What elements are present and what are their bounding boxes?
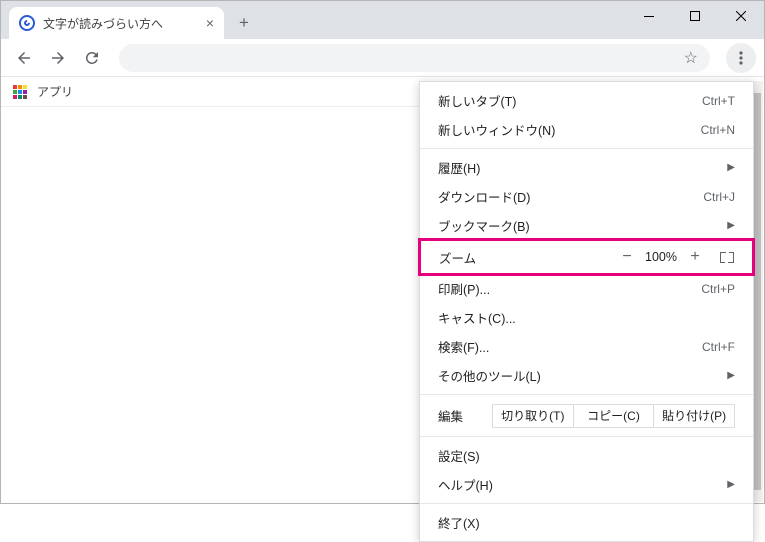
maximize-button[interactable] bbox=[672, 1, 718, 31]
close-window-button[interactable] bbox=[718, 1, 764, 31]
menu-cast[interactable]: キャスト(C)... bbox=[420, 303, 753, 332]
zoom-value: 100% bbox=[640, 250, 682, 264]
menu-more-tools[interactable]: その他のツール(L)▶ bbox=[420, 361, 753, 390]
chevron-right-icon: ▶ bbox=[727, 479, 735, 490]
chevron-right-icon: ▶ bbox=[727, 162, 735, 173]
fullscreen-icon[interactable] bbox=[720, 252, 734, 263]
tab-favicon bbox=[19, 15, 35, 31]
apps-label[interactable]: アプリ bbox=[37, 83, 73, 100]
zoom-label: ズーム bbox=[439, 248, 614, 267]
zoom-in-button[interactable]: + bbox=[682, 248, 708, 266]
menu-print[interactable]: 印刷(P)...Ctrl+P bbox=[420, 274, 753, 303]
cut-button[interactable]: 切り取り(T) bbox=[492, 404, 574, 428]
copy-button[interactable]: コピー(C) bbox=[574, 404, 655, 428]
minimize-button[interactable] bbox=[626, 1, 672, 31]
menu-new-tab[interactable]: 新しいタブ(T)Ctrl+T bbox=[420, 86, 753, 115]
back-button[interactable] bbox=[9, 43, 39, 73]
chevron-right-icon: ▶ bbox=[727, 220, 735, 231]
zoom-out-button[interactable]: − bbox=[614, 248, 640, 266]
menu-help[interactable]: ヘルプ(H)▶ bbox=[420, 470, 753, 499]
chevron-right-icon: ▶ bbox=[727, 370, 735, 381]
menu-button[interactable] bbox=[726, 43, 756, 73]
menu-zoom-row: ズーム − 100% + bbox=[418, 238, 755, 276]
menu-history[interactable]: 履歴(H)▶ bbox=[420, 153, 753, 182]
menu-settings[interactable]: 設定(S) bbox=[420, 441, 753, 470]
paste-button[interactable]: 貼り付け(P) bbox=[654, 404, 735, 428]
tab-title: 文字が読みづらい方へ bbox=[43, 15, 198, 32]
menu-downloads[interactable]: ダウンロード(D)Ctrl+J bbox=[420, 182, 753, 211]
menu-find[interactable]: 検索(F)...Ctrl+F bbox=[420, 332, 753, 361]
menu-new-window[interactable]: 新しいウィンドウ(N)Ctrl+N bbox=[420, 115, 753, 144]
bookmark-star-icon[interactable]: ☆ bbox=[684, 48, 698, 68]
new-tab-button[interactable]: + bbox=[230, 9, 258, 37]
reload-button[interactable] bbox=[77, 43, 107, 73]
menu-edit-row: 編集 切り取り(T) コピー(C) 貼り付け(P) bbox=[420, 399, 753, 432]
menu-exit[interactable]: 終了(X) bbox=[420, 508, 753, 537]
browser-tab[interactable]: 文字が読みづらい方へ × bbox=[9, 7, 224, 39]
menu-bookmarks[interactable]: ブックマーク(B)▶ bbox=[420, 211, 753, 240]
forward-button[interactable] bbox=[43, 43, 73, 73]
address-bar[interactable]: ☆ bbox=[119, 44, 710, 72]
apps-icon[interactable] bbox=[13, 85, 27, 99]
chrome-menu: 新しいタブ(T)Ctrl+T 新しいウィンドウ(N)Ctrl+N 履歴(H)▶ … bbox=[419, 81, 754, 542]
close-tab-icon[interactable]: × bbox=[206, 16, 214, 30]
